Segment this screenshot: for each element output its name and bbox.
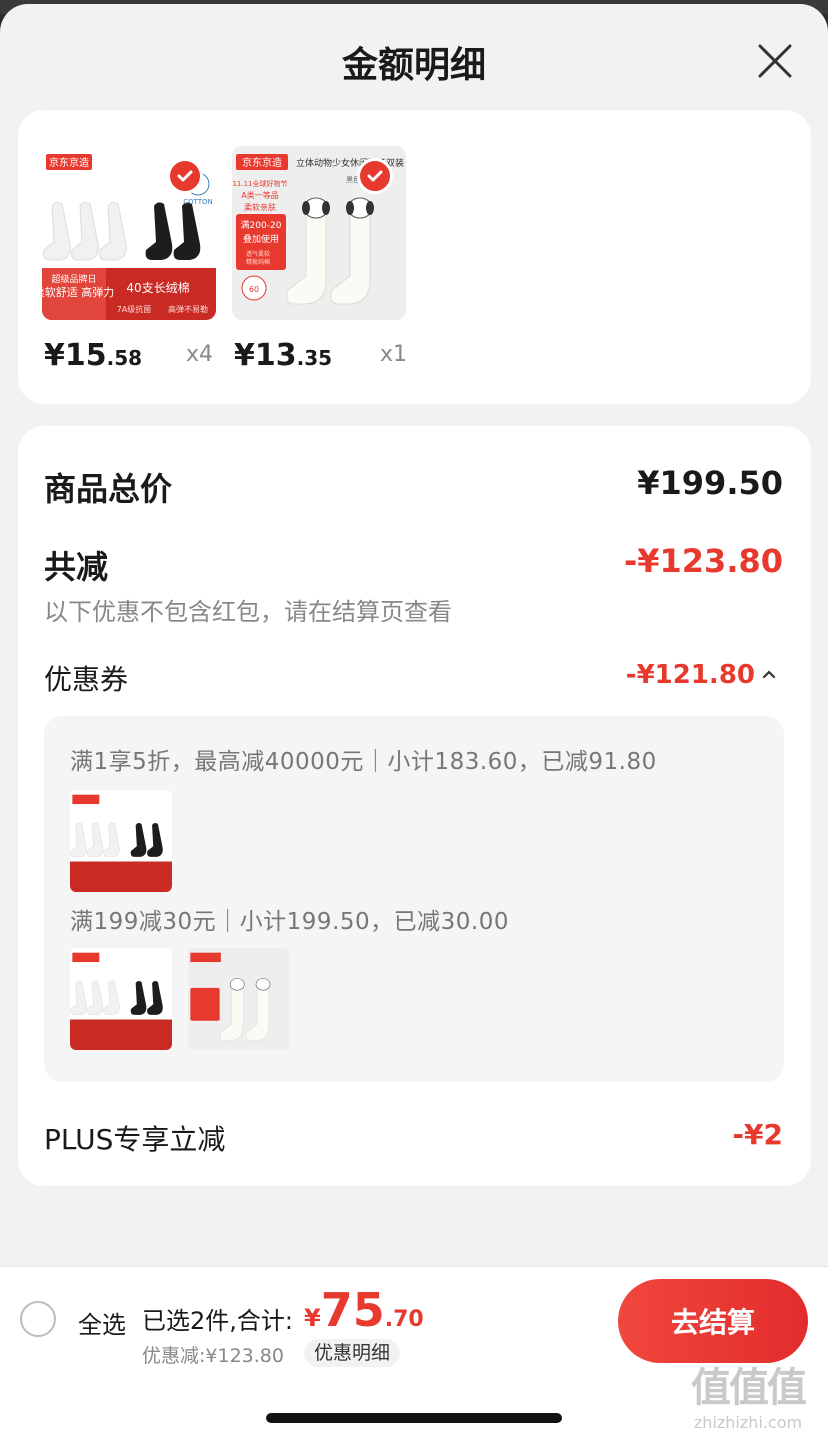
saved-amount: 优惠减:¥123.80 [142,1345,284,1367]
sheet-title: 金额明细 [341,45,486,86]
discount-note: 以下优惠不包含红包，请在结算页查看 [44,598,452,626]
price-summary-card: 商品总价 ¥199.50 共减 -¥123.80 以下优惠不包含红包，请在结算页… [18,426,811,1186]
deal-line-2b: 叠加使用 [243,233,279,245]
socks-mini-icon [70,948,172,1050]
badge-small: 超级品牌日 [51,273,96,285]
home-indicator [266,1413,562,1423]
plus-discount-value: -¥2 [732,1118,783,1151]
svg-text:60: 60 [249,285,259,294]
coupon-rule-1: 满1享5折，最高减40000元｜小计183.60，已减91.80 [70,749,657,775]
product-qty-1: x4 [186,342,214,367]
discount-detail-link[interactable]: 优惠明细 [304,1339,401,1367]
watermark-url: zhizhizhi.com [693,1413,803,1432]
coupon-label: 优惠券 [44,663,129,696]
brand-label-1: 京东京造 [49,156,89,169]
checkout-button[interactable]: 去结算 [618,1279,808,1363]
promo-line-2b: A类一等品 [241,190,278,200]
product-qty-2: x1 [380,342,408,367]
badge-line-1: 柔软舒适 高弹力 [42,285,114,299]
total-value: ¥199.50 [637,464,783,502]
feature-2a: 透气柔软 [246,250,270,258]
total-amount: ¥75.70 [304,1283,424,1337]
watermark: 值值值 zhizhizhi.com [676,1355,820,1432]
close-icon[interactable] [750,36,800,86]
select-all-label[interactable]: 全选 [78,1305,126,1340]
coupon-value[interactable]: -¥121.80 [626,660,755,690]
coupon-rule-2: 满199减30元｜小计199.50，已减30.00 [70,909,509,935]
product-price-2: ¥13.35 [234,338,333,373]
sub-right-1: 高弹不易勒 [168,304,208,314]
plus-discount-label: PLUS专享立减 [44,1123,226,1156]
coupon-detail-box: 满1享5折，最高减40000元｜小计183.60，已减91.80 满199减30… [44,716,784,1082]
feature-2b: 精梳纯棉 [246,258,270,266]
cotton-tag: COTTON [183,198,213,206]
chevron-up-icon[interactable] [761,666,777,682]
coupon-item-thumb-1 [70,790,172,892]
selected-check-icon-2[interactable] [357,158,393,194]
dog-socks-mini-icon [188,948,290,1050]
brand-label-2: 京东京造 [242,156,282,169]
coupon-item-thumb-3 [188,948,290,1050]
total-label: 商品总价 [44,470,173,508]
sub-left-1: 7A级抗菌 [117,304,152,314]
discount-value: -¥123.80 [623,542,783,580]
deal-line-2a: 满200-20 [241,220,282,231]
checkout-footer: 全选 已选2件,合计: ¥75.70 优惠减:¥123.80 优惠明细 去结算 … [0,1266,828,1438]
selected-check-icon-1[interactable] [167,158,203,194]
coupon-item-thumb-2 [70,948,172,1050]
products-card: 京东京造 COTTON 超级品牌日 柔软舒适 高弹力 40支长绒棉 7A级抗菌 … [18,110,811,404]
watermark-text: 值值值 [691,1365,807,1411]
socks-mini-icon [70,790,172,892]
amount-detail-sheet: 金额明细 京东京造 COTTON 超级品牌日 柔软舒适 高弹力 40 [0,4,828,1438]
discount-label: 共减 [44,548,109,586]
select-all-radio[interactable] [20,1301,56,1337]
promo-line-2c: 柔软亲肤 [244,202,276,212]
promo-line-2a: 11.11全球好物节 [232,179,287,188]
promo-text-1: 40支长绒棉 [126,281,189,295]
product-price-1: ¥15.58 [44,338,143,373]
selected-count-text: 已选2件,合计: [142,1307,293,1335]
